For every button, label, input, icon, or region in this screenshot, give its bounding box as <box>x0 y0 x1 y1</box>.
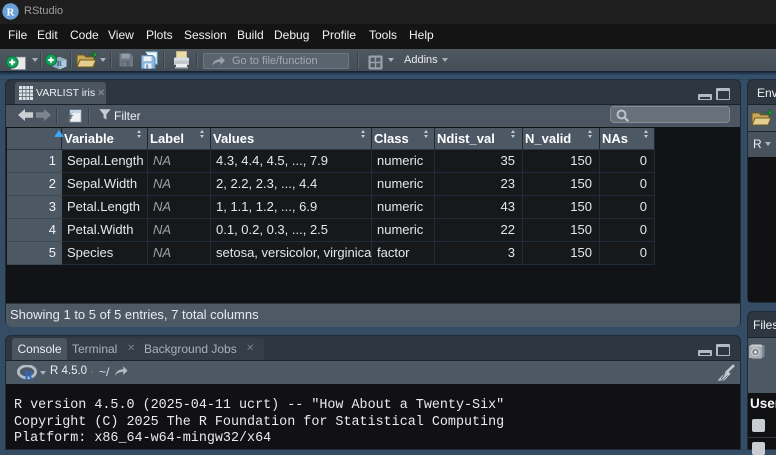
svg-text:R: R <box>7 6 16 18</box>
svg-text:R: R <box>24 369 35 383</box>
svg-text:R: R <box>57 59 63 68</box>
